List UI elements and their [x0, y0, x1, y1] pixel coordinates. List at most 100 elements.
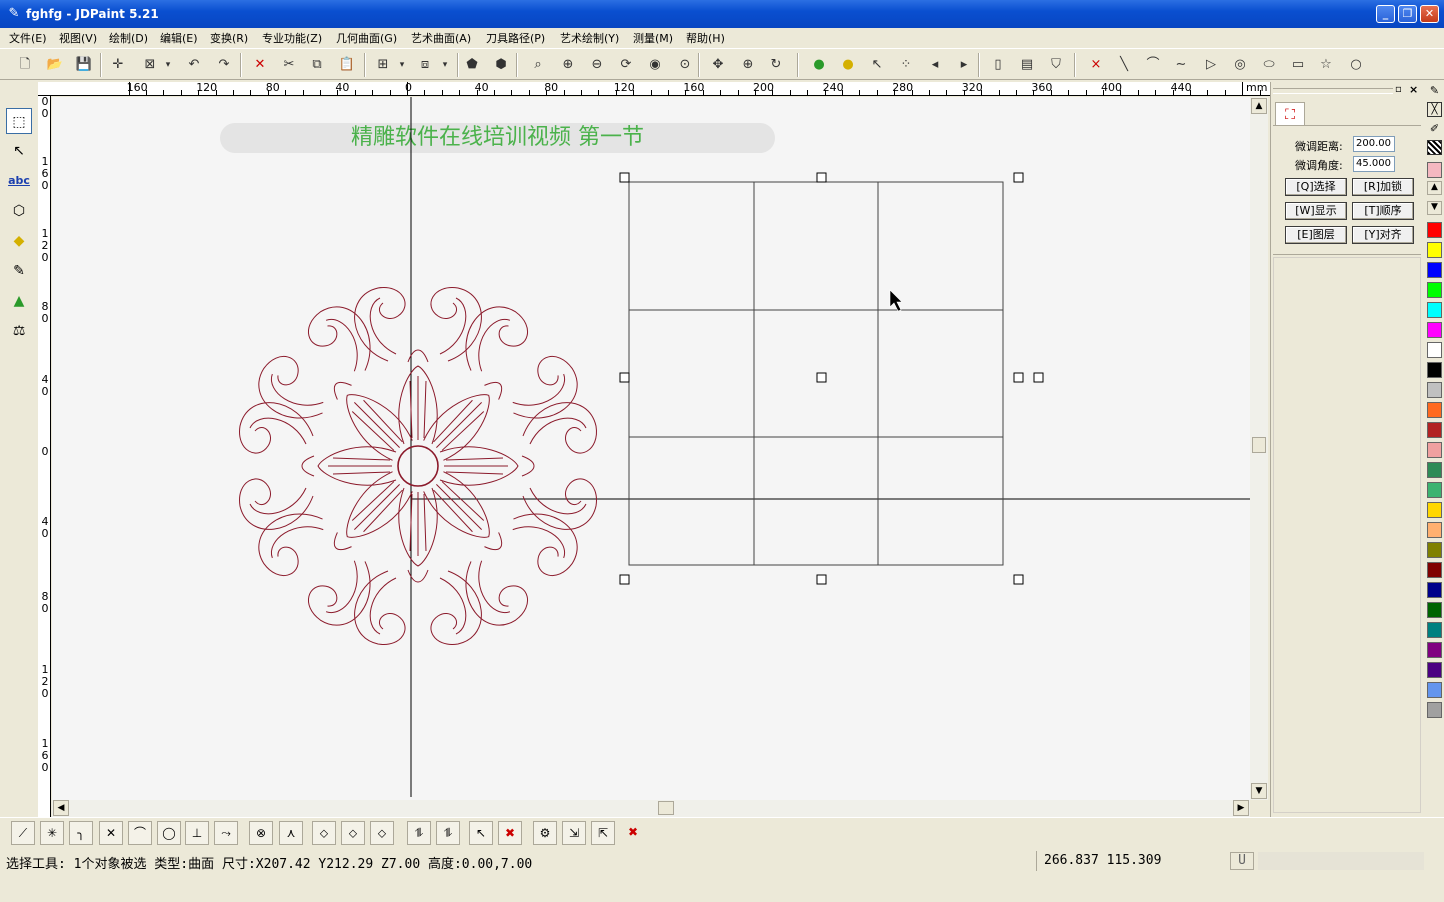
- order-button[interactable]: [T]顺序: [1352, 202, 1414, 220]
- shape-b-icon[interactable]: ⬢: [490, 54, 512, 76]
- color-swatch[interactable]: [1427, 522, 1442, 538]
- select-button[interactable]: [Q]选择: [1285, 178, 1347, 196]
- menu-transform[interactable]: 变换(R): [210, 30, 248, 46]
- point-icon[interactable]: ×: [1085, 54, 1107, 76]
- shield-icon[interactable]: ⛉: [1045, 54, 1067, 76]
- fillet-icon[interactable]: ╮: [69, 821, 93, 845]
- pen-tool-icon[interactable]: ✎: [6, 258, 32, 284]
- scroll-down-icon[interactable]: ▼: [1251, 783, 1267, 799]
- color-swatch[interactable]: [1427, 222, 1442, 238]
- view-eye-icon[interactable]: ◉: [644, 54, 666, 76]
- color-swatch[interactable]: [1427, 682, 1442, 698]
- drawing-canvas[interactable]: 精雕软件在线培训视频 第一节: [52, 97, 1250, 800]
- pan-icon[interactable]: ✥: [707, 54, 729, 76]
- close-red-icon[interactable]: ✖: [621, 821, 645, 845]
- horizontal-scroll-thumb[interactable]: [658, 801, 674, 815]
- palette-scroll-down-icon[interactable]: ▼: [1427, 201, 1442, 215]
- align-b-icon[interactable]: ⥮: [436, 821, 460, 845]
- perpendicular-icon[interactable]: ⊥: [185, 821, 209, 845]
- layer-button[interactable]: [E]图层: [1285, 226, 1347, 244]
- color-swatch[interactable]: [1427, 242, 1442, 258]
- color-swatch[interactable]: [1427, 382, 1442, 398]
- scroll-left-icon[interactable]: ◀: [53, 800, 69, 816]
- menu-edit[interactable]: 编辑(E): [160, 30, 198, 46]
- menu-file[interactable]: 文件(E): [9, 30, 47, 46]
- rotate-view-icon[interactable]: ↻: [765, 54, 787, 76]
- zoom-icon[interactable]: ⊕: [737, 54, 759, 76]
- color-swatch[interactable]: [1427, 262, 1442, 278]
- close-button[interactable]: ✕: [1420, 5, 1439, 23]
- vertical-scroll-thumb[interactable]: [1252, 437, 1266, 453]
- menu-draw[interactable]: 绘制(D): [109, 30, 148, 46]
- line-icon[interactable]: ╲: [1113, 54, 1135, 76]
- color-swatch[interactable]: [1427, 622, 1442, 638]
- shape-tool-icon[interactable]: ⬡: [6, 198, 32, 224]
- copy-icon[interactable]: ⧉: [306, 54, 328, 76]
- color-swatch[interactable]: [1427, 362, 1442, 378]
- color-swatch[interactable]: [1427, 442, 1442, 458]
- redraw-icon[interactable]: ⟳: [615, 54, 637, 76]
- select-y-icon[interactable]: ✖: [498, 821, 522, 845]
- tangent-icon[interactable]: ⤳: [214, 821, 238, 845]
- color-swatch[interactable]: [1427, 462, 1442, 478]
- color-swatch[interactable]: [1427, 582, 1442, 598]
- line-tool-icon[interactable]: ⟋: [11, 821, 35, 845]
- measure-tool-icon[interactable]: ⚖: [6, 318, 32, 344]
- dropdown-arrow-icon[interactable]: ▾: [440, 54, 450, 76]
- ellipse-icon[interactable]: ⬭: [1258, 54, 1280, 76]
- ungroup-icon[interactable]: ⧈: [414, 54, 436, 76]
- zoom-window-icon[interactable]: ⌕: [527, 54, 549, 76]
- no-color-icon[interactable]: ╳: [1427, 102, 1442, 117]
- zoom-all-icon[interactable]: ⊙: [674, 54, 696, 76]
- menu-professional[interactable]: 专业功能(Z): [262, 30, 322, 46]
- corner-icon[interactable]: ⌒: [128, 821, 152, 845]
- redo-icon[interactable]: ↷: [213, 54, 235, 76]
- panel-pin-icon[interactable]: ▫: [1395, 84, 1402, 95]
- align-a-icon[interactable]: ⥮: [407, 821, 431, 845]
- transform-c-icon[interactable]: ⇱: [591, 821, 615, 845]
- color-swatch[interactable]: [1427, 282, 1442, 298]
- curve-icon[interactable]: ∼: [1170, 54, 1192, 76]
- color-swatch[interactable]: [1427, 702, 1442, 718]
- color-swatch-pink[interactable]: [1427, 162, 1442, 178]
- horizontal-scrollbar[interactable]: ◀ ▶: [52, 800, 1250, 817]
- layer-icon[interactable]: ▯: [987, 54, 1009, 76]
- select-box-icon[interactable]: ⊠: [139, 54, 161, 76]
- fine-distance-input[interactable]: 200.00: [1353, 136, 1395, 152]
- bulb-yellow-icon[interactable]: ●: [837, 54, 859, 76]
- save-icon[interactable]: 💾: [73, 54, 95, 76]
- trim-icon[interactable]: ✳: [40, 821, 64, 845]
- polyline-icon[interactable]: ▷: [1200, 54, 1222, 76]
- surface-tool-icon[interactable]: ▲: [6, 288, 32, 314]
- circle-icon[interactable]: ◎: [1229, 54, 1251, 76]
- restore-button[interactable]: ❐: [1398, 5, 1417, 23]
- color-swatch[interactable]: [1427, 502, 1442, 518]
- multi-node-icon[interactable]: ⁘: [895, 54, 917, 76]
- menu-view[interactable]: 视图(V): [59, 30, 97, 46]
- node-a-icon[interactable]: ⬦: [312, 821, 336, 845]
- menu-toolpath[interactable]: 刀具路径(P): [486, 30, 545, 46]
- pattern-swatch-icon[interactable]: [1427, 140, 1442, 155]
- intersect-icon[interactable]: ⊗: [249, 821, 273, 845]
- color-swatch[interactable]: [1427, 542, 1442, 558]
- cut-icon[interactable]: ✂: [278, 54, 300, 76]
- color-swatch[interactable]: [1427, 482, 1442, 498]
- palette-scroll-up-icon[interactable]: ▲: [1427, 181, 1442, 195]
- panel-tab-select-icon[interactable]: ⛶: [1275, 102, 1305, 126]
- group-icon[interactable]: ⊞: [372, 54, 394, 76]
- menu-help[interactable]: 帮助(H): [686, 30, 725, 46]
- bisect-icon[interactable]: ⋏: [279, 821, 303, 845]
- color-swatch[interactable]: [1427, 342, 1442, 358]
- zoom-out-icon[interactable]: ⊖: [586, 54, 608, 76]
- scroll-right-icon[interactable]: ▶: [1233, 800, 1249, 816]
- palette-pen-icon[interactable]: ✎: [1427, 84, 1442, 98]
- cross-icon[interactable]: ✕: [99, 821, 123, 845]
- dropdown-arrow-icon[interactable]: ▾: [397, 54, 407, 76]
- node-edit-icon[interactable]: ↖: [6, 138, 32, 164]
- menu-art-draw[interactable]: 艺术绘制(Y): [560, 30, 619, 46]
- menu-geometry-surface[interactable]: 几何曲面(G): [336, 30, 397, 46]
- lock-button[interactable]: [R]加锁: [1352, 178, 1414, 196]
- transform-b-icon[interactable]: ⇲: [562, 821, 586, 845]
- new-file-icon[interactable]: 🗋: [14, 54, 36, 76]
- menu-measure[interactable]: 测量(M): [633, 30, 673, 46]
